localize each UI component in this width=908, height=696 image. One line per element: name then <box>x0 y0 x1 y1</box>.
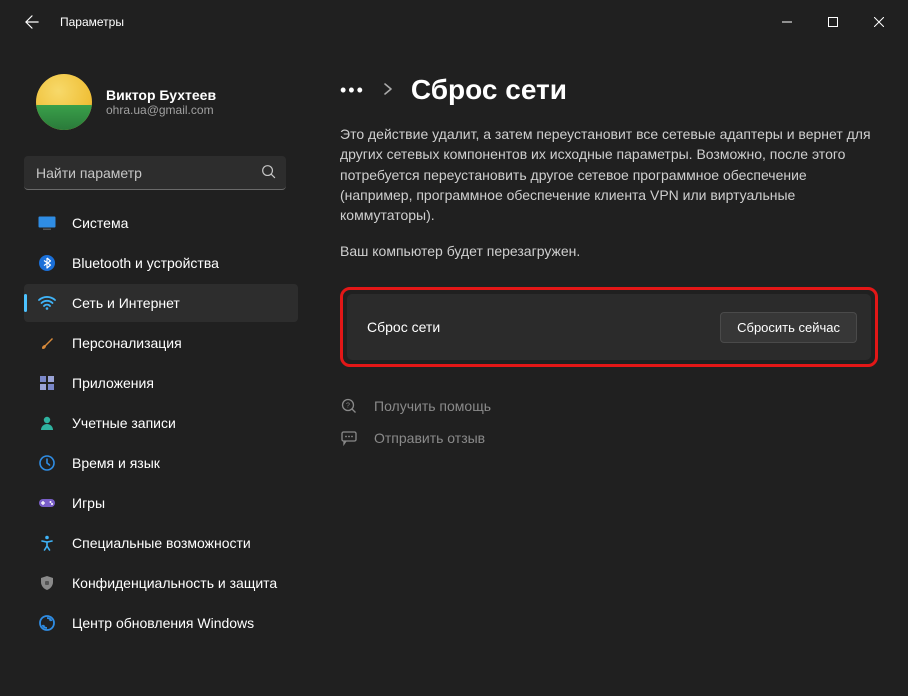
sidebar-item-privacy[interactable]: Конфиденциальность и защита <box>24 564 298 602</box>
chevron-right-icon <box>383 82 393 99</box>
sidebar-item-system[interactable]: Система <box>24 204 298 242</box>
sidebar-item-label: Персонализация <box>72 335 182 351</box>
sidebar: Виктор Бухтеев ohra.ua@gmail.com Система… <box>0 44 310 696</box>
feedback-icon <box>340 429 358 447</box>
brush-icon <box>38 334 56 352</box>
account-block[interactable]: Виктор Бухтеев ohra.ua@gmail.com <box>0 56 310 148</box>
sidebar-item-label: Специальные возможности <box>72 535 251 551</box>
feedback-link[interactable]: Отправить отзыв <box>340 429 878 447</box>
sidebar-item-windows-update[interactable]: Центр обновления Windows <box>24 604 298 642</box>
wifi-icon <box>38 294 56 312</box>
page-title: Сброс сети <box>411 74 567 106</box>
account-text: Виктор Бухтеев ohra.ua@gmail.com <box>106 87 216 117</box>
minimize-button[interactable] <box>764 6 810 38</box>
restart-note: Ваш компьютер будет перезагружен. <box>340 243 878 259</box>
window-controls <box>764 6 902 38</box>
sidebar-item-bluetooth[interactable]: Bluetooth и устройства <box>24 244 298 282</box>
app-body: Виктор Бухтеев ohra.ua@gmail.com Система… <box>0 44 908 696</box>
breadcrumb-ellipsis[interactable]: ••• <box>340 81 365 99</box>
content: ••• Сброс сети Это действие удалит, а за… <box>310 44 908 696</box>
sidebar-item-apps[interactable]: Приложения <box>24 364 298 402</box>
update-icon <box>38 614 56 632</box>
close-button[interactable] <box>856 6 902 38</box>
sidebar-item-label: Конфиденциальность и защита <box>72 575 277 591</box>
search-input[interactable] <box>24 156 286 190</box>
nav-list: Система Bluetooth и устройства Сеть и Ин… <box>0 204 310 644</box>
sidebar-item-label: Bluetooth и устройства <box>72 255 219 271</box>
breadcrumb: ••• Сброс сети <box>340 74 878 106</box>
account-icon <box>38 414 56 432</box>
arrow-left-icon <box>25 15 39 29</box>
sidebar-item-label: Приложения <box>72 375 154 391</box>
minimize-icon <box>782 17 792 27</box>
close-icon <box>874 17 884 27</box>
avatar <box>36 74 92 130</box>
help-links: ? Получить помощь Отправить отзыв <box>340 397 878 447</box>
maximize-button[interactable] <box>810 6 856 38</box>
bluetooth-icon <box>38 254 56 272</box>
titlebar: Параметры <box>0 0 908 44</box>
sidebar-item-label: Время и язык <box>72 455 160 471</box>
svg-text:?: ? <box>346 403 350 410</box>
accessibility-icon <box>38 534 56 552</box>
shield-icon <box>38 574 56 592</box>
get-help-label: Получить помощь <box>374 398 491 414</box>
sidebar-item-label: Игры <box>72 495 105 511</box>
apps-icon <box>38 374 56 392</box>
games-icon <box>38 494 56 512</box>
description-text: Это действие удалит, а затем переустанов… <box>340 124 878 225</box>
account-email: ohra.ua@gmail.com <box>106 103 216 117</box>
reset-now-button[interactable]: Сбросить сейчас <box>720 312 857 343</box>
feedback-label: Отправить отзыв <box>374 430 485 446</box>
sidebar-item-label: Сеть и Интернет <box>72 295 180 311</box>
sidebar-item-label: Учетные записи <box>72 415 176 431</box>
sidebar-item-gaming[interactable]: Игры <box>24 484 298 522</box>
window-title: Параметры <box>60 15 124 29</box>
reset-row: Сброс сети Сбросить сейчас <box>347 294 871 360</box>
search-wrap <box>24 156 286 190</box>
back-button[interactable] <box>18 8 46 36</box>
maximize-icon <box>828 17 838 27</box>
get-help-link[interactable]: ? Получить помощь <box>340 397 878 415</box>
sidebar-item-personalization[interactable]: Персонализация <box>24 324 298 362</box>
sidebar-item-network[interactable]: Сеть и Интернет <box>24 284 298 322</box>
sidebar-item-accounts[interactable]: Учетные записи <box>24 404 298 442</box>
reset-row-highlight: Сброс сети Сбросить сейчас <box>340 287 878 367</box>
system-icon <box>38 214 56 232</box>
clock-icon <box>38 454 56 472</box>
sidebar-item-label: Центр обновления Windows <box>72 615 254 631</box>
sidebar-item-time-language[interactable]: Время и язык <box>24 444 298 482</box>
account-name: Виктор Бухтеев <box>106 87 216 103</box>
reset-row-label: Сброс сети <box>367 319 440 335</box>
sidebar-item-label: Система <box>72 215 128 231</box>
sidebar-item-accessibility[interactable]: Специальные возможности <box>24 524 298 562</box>
help-icon: ? <box>340 397 358 415</box>
